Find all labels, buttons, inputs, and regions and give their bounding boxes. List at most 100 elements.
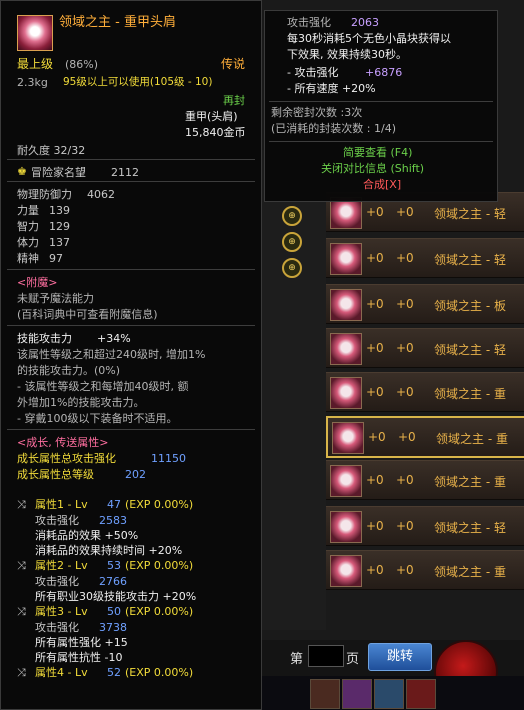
item-type: 重甲(头肩) [185, 110, 238, 123]
quickslot[interactable] [310, 679, 340, 709]
growth-total-lv-label: 成长属性总等级 [17, 468, 94, 481]
item-icon [330, 465, 362, 497]
compose-button[interactable]: 合成[X] [363, 177, 401, 193]
stat-label: 力量 [17, 204, 39, 217]
zoom-icon[interactable]: ⊕ [282, 258, 302, 278]
amplify-level: +0 [398, 430, 416, 444]
stat-value: 97 [49, 252, 63, 265]
level-requirement: 95级以上可以使用(105级 - 10) [63, 76, 213, 88]
property-exp: (EXP 0.00%) [125, 559, 194, 572]
enhance-level: +0 [366, 473, 384, 487]
amplify-level: +0 [396, 385, 414, 399]
property-level: 52 [107, 666, 121, 679]
property-level: 53 [107, 559, 121, 572]
page-unit-label: 页 [346, 652, 360, 667]
amplify-level: +0 [396, 473, 414, 487]
item-price: 15,840金币 [185, 126, 246, 139]
shuffle-icon: ⤨ [17, 666, 26, 679]
list-row[interactable]: +0 +0 领域之主 - 轻 [326, 328, 524, 368]
divider [7, 181, 255, 182]
item-icon [330, 243, 362, 275]
item-name: 领域之主 - 轻 [434, 521, 506, 535]
divider [269, 141, 493, 142]
item-name: 领域之主 - 重甲头肩 [59, 15, 176, 30]
item-name: 领域之主 - 重 [436, 432, 508, 446]
jump-button[interactable]: 跳转 [368, 643, 432, 671]
skill-atk-value: +34% [97, 332, 131, 345]
item-icon [330, 333, 362, 365]
list-row[interactable]: +0 +0 领域之主 - 重 [326, 372, 524, 412]
item-name: 领域之主 - 轻 [434, 207, 506, 221]
item-icon [330, 555, 362, 587]
stat-label: 物理防御力 [17, 188, 72, 201]
enhance-level: +0 [366, 519, 384, 533]
item-grade-pct: (86%) [65, 58, 99, 71]
property-exp: (EXP 0.00%) [125, 666, 194, 679]
enhance-level: +0 [366, 385, 384, 399]
property-line: 攻击强化 [35, 514, 79, 527]
divider [7, 429, 255, 430]
property-exp: (EXP 0.00%) [125, 605, 194, 618]
item-name: 领域之主 - 重 [434, 387, 506, 401]
item-icon [17, 15, 53, 51]
property-line: 所有属性强化 +15 [35, 636, 128, 649]
seal-remaining: 剩余密封次数 :3次 [271, 106, 363, 119]
enhance-level: +0 [368, 430, 386, 444]
list-row[interactable]: +0 +0 领域之主 - 轻 [326, 506, 524, 546]
item-icon [330, 289, 362, 321]
stat-value: 4062 [87, 188, 115, 201]
amplify-level: +0 [396, 297, 414, 311]
property-title: 属性3 - Lv [35, 605, 88, 618]
side-bonus-label: - 攻击强化 [287, 66, 339, 79]
item-rarity: 传说 [221, 57, 246, 71]
skill-desc-line: 外增加1%的技能攻击力。 [17, 396, 145, 409]
property-level: 47 [107, 498, 121, 511]
stat-label: 精神 [17, 252, 39, 265]
page-number-input[interactable] [308, 645, 344, 667]
item-name: 领域之主 - 重 [434, 565, 506, 579]
item-icon [330, 377, 362, 409]
property-value: 2766 [99, 575, 127, 588]
quickslot[interactable] [374, 679, 404, 709]
enhance-level: +0 [366, 341, 384, 355]
zoom-icon[interactable]: ⊕ [282, 232, 302, 252]
property-line: 攻击强化 [35, 575, 79, 588]
enchant-header: <附魔> [17, 276, 58, 289]
growth-total-lv-value: 202 [125, 468, 146, 481]
item-weight: 2.3kg [17, 76, 48, 89]
property-line: 攻击强化 [35, 621, 79, 634]
list-row[interactable]: +0 +0 领域之主 - 板 [326, 284, 524, 324]
item-name: 领域之主 - 板 [434, 299, 506, 313]
property-value: 3738 [99, 621, 127, 634]
property-line: 消耗品的效果持续时间 +20% [35, 544, 183, 557]
shuffle-icon: ⤨ [17, 605, 26, 618]
property-level: 50 [107, 605, 121, 618]
stat-value: 137 [49, 236, 70, 249]
skill-desc-line: - 该属性等级之和每增加40级时, 额 [17, 380, 189, 393]
enhance-level: +0 [366, 297, 384, 311]
property-title: 属性4 - Lv [35, 666, 88, 679]
enchant-line: (百科词典中可查看附魔信息) [17, 308, 158, 321]
zoom-icon[interactable]: ⊕ [282, 206, 302, 226]
shuffle-icon: ⤨ [17, 498, 26, 511]
property-title: 属性1 - Lv [35, 498, 88, 511]
close-compare-button[interactable]: 关闭对比信息 (Shift) [321, 161, 424, 177]
shuffle-icon: ⤨ [17, 559, 26, 572]
quickslot[interactable] [342, 679, 372, 709]
divider [7, 159, 255, 160]
side-atk-label: 攻击强化 [287, 16, 331, 29]
durability: 耐久度 32/32 [17, 144, 86, 157]
compare-tooltip: 攻击强化 2063 每30秒消耗5个无色小晶块获得以 下效果, 效果持续30秒。… [264, 10, 498, 202]
list-row[interactable]: +0 +0 领域之主 - 重 [326, 550, 524, 590]
view-brief-button[interactable]: 简要查看 (F4) [343, 145, 412, 161]
stat-label: 智力 [17, 220, 39, 233]
list-row[interactable]: +0 +0 领域之主 - 重 [326, 460, 524, 500]
enchant-line: 未赋予魔法能力 [17, 292, 94, 305]
list-row[interactable]: +0 +0 领域之主 - 轻 [326, 238, 524, 278]
growth-header: <成长, 传送属性> [17, 436, 109, 449]
list-row[interactable]: +0 +0 领域之主 - 重 [326, 416, 524, 458]
side-bonus-speed: - 所有速度 +20% [287, 82, 376, 95]
skill-atk-label: 技能攻击力 [17, 332, 72, 345]
enhance-level: +0 [366, 251, 384, 265]
quickslot[interactable] [406, 679, 436, 709]
